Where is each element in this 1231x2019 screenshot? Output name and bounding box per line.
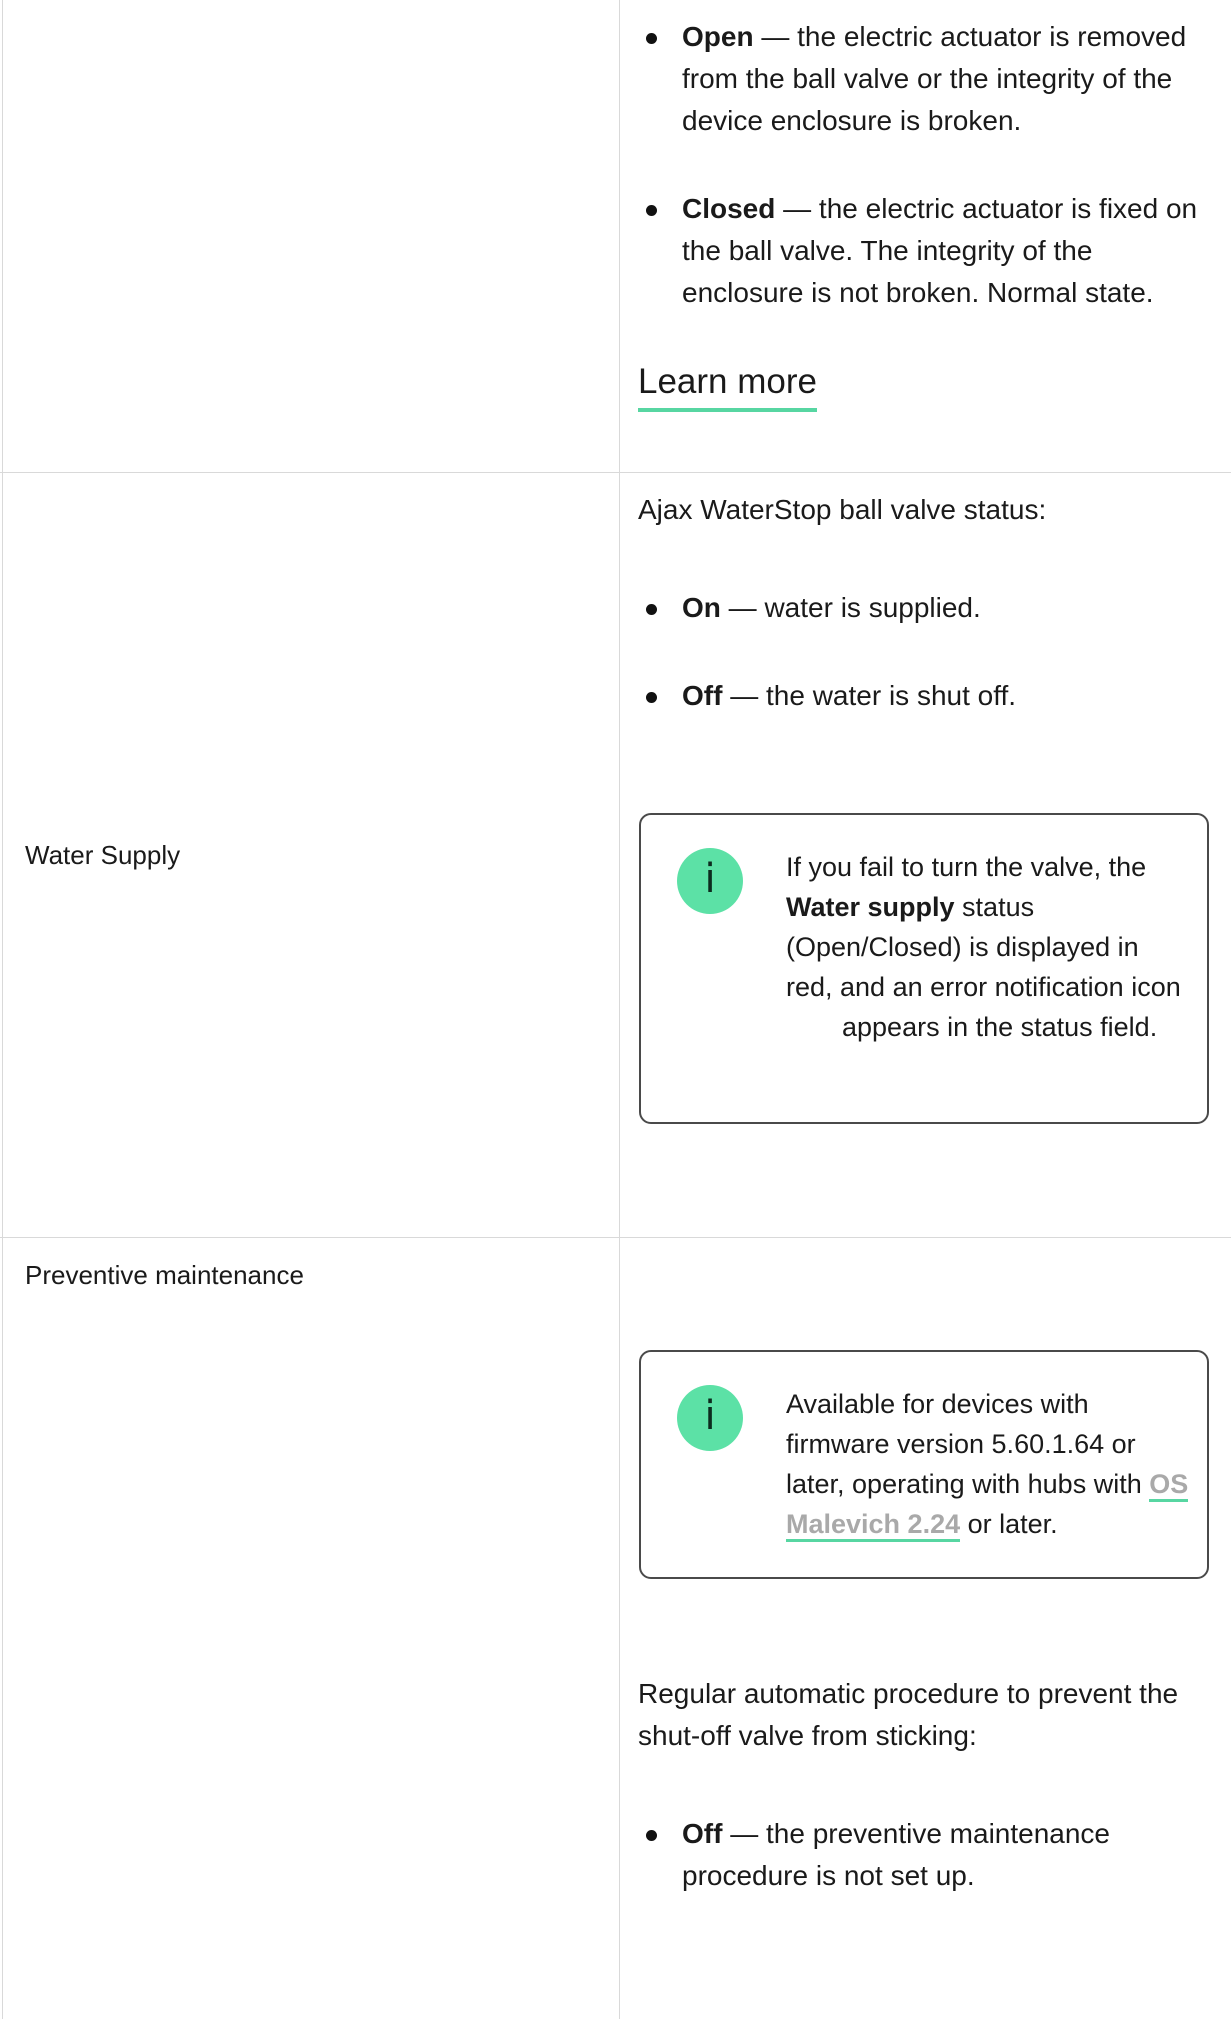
info-icon: i <box>677 1385 743 1451</box>
row-divider-1 <box>0 472 1231 473</box>
water-supply-term: Water supply <box>786 892 955 922</box>
list-item: Open — the electric actuator is removed … <box>638 16 1208 142</box>
water-supply-list: On — water is supplied. Off — the water … <box>638 587 1208 717</box>
tamper-states-cell: Open — the electric actuator is removed … <box>638 16 1208 314</box>
info-icon: i <box>677 848 743 914</box>
list-item: On — water is supplied. <box>638 587 1208 629</box>
list-item: Off — the preventive maintenance procedu… <box>638 1813 1208 1897</box>
water-supply-cell: Ajax WaterStop ball valve status: On — w… <box>638 489 1208 717</box>
list-item: Off — the water is shut off. <box>638 675 1208 717</box>
list-item: Closed — the electric actuator is fixed … <box>638 188 1208 314</box>
preventive-maintenance-cell: Regular automatic procedure to prevent t… <box>638 1673 1208 1897</box>
water-supply-info-note: i If you fail to turn the valve, the Wat… <box>639 813 1209 1124</box>
row-divider-2 <box>0 1237 1231 1238</box>
note-text: Available for devices with firmware vers… <box>786 1384 1191 1544</box>
tamper-states-list: Open — the electric actuator is removed … <box>638 16 1208 314</box>
preventive-maintenance-list: Off — the preventive maintenance procedu… <box>638 1813 1208 1897</box>
table-left-border <box>2 0 3 2019</box>
note-text: If you fail to turn the valve, the Water… <box>786 852 1181 1042</box>
preventive-maintenance-intro: Regular automatic procedure to prevent t… <box>638 1678 1179 1751</box>
preventive-maintenance-label: Preventive maintenance <box>25 1260 304 1290</box>
water-supply-label: Water Supply <box>25 840 181 870</box>
table-column-divider <box>619 0 620 2019</box>
water-supply-intro: Ajax WaterStop ball valve status: <box>638 494 1047 525</box>
learn-more-link[interactable]: Learn more <box>638 362 817 412</box>
preventive-maintenance-info-note: i Available for devices with firmware ve… <box>639 1350 1209 1579</box>
